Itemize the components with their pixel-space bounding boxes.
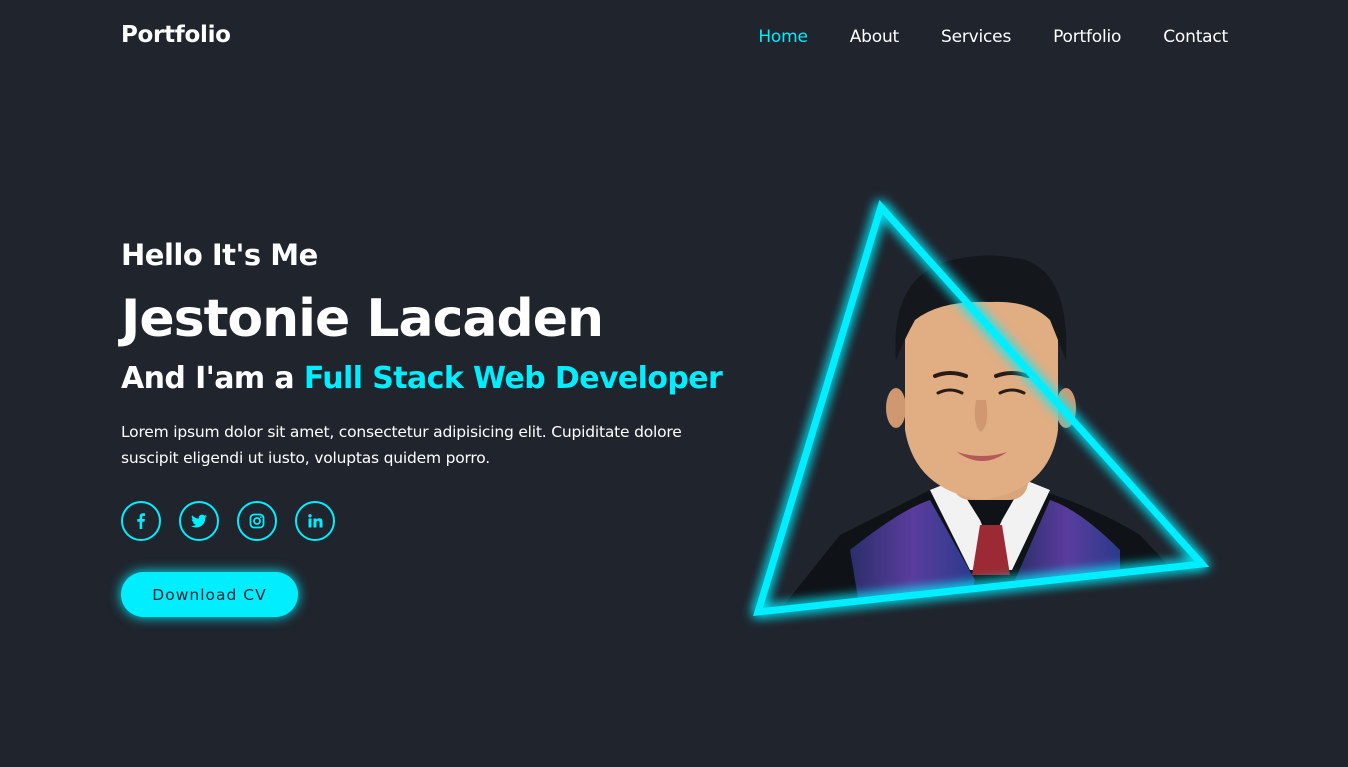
nav-home[interactable]: Home	[758, 27, 808, 47]
portrait-head	[886, 255, 1076, 500]
profile-photo-triangle	[753, 200, 1210, 617]
instagram-icon	[249, 513, 265, 529]
facebook-icon	[137, 513, 145, 529]
nav-portfolio[interactable]: Portfolio	[1053, 27, 1121, 47]
hero-role: And I'am a Full Stack Web Developer	[121, 358, 741, 400]
hero-name: Jestonie Lacaden	[121, 289, 604, 349]
twitter-icon	[191, 514, 207, 528]
role-highlight: Full Stack Web Developer	[303, 361, 723, 396]
instagram-link[interactable]	[237, 501, 277, 541]
facebook-link[interactable]	[121, 501, 161, 541]
hero-description: Lorem ipsum dolor sit amet, consectetur …	[121, 423, 682, 467]
nav-about[interactable]: About	[850, 27, 899, 47]
logo[interactable]: Portfolio	[121, 22, 231, 48]
hero-content: Hello It's Me Jestonie Lacaden And I'am …	[121, 236, 741, 617]
role-prefix: And I'am a	[121, 361, 304, 396]
greeting: Hello It's Me	[121, 238, 318, 272]
twitter-link[interactable]	[179, 501, 219, 541]
nav-services[interactable]: Services	[941, 27, 1011, 47]
nav-contact[interactable]: Contact	[1163, 27, 1228, 47]
site-header: Portfolio Home About Services Portfolio …	[0, 0, 1348, 76]
hero-image	[740, 190, 1230, 640]
main-nav: Home About Services Portfolio Contact	[716, 27, 1228, 47]
linkedin-icon	[308, 514, 323, 528]
download-cv-button[interactable]: Download CV	[121, 572, 298, 617]
linkedin-link[interactable]	[295, 501, 335, 541]
social-links	[121, 501, 741, 541]
